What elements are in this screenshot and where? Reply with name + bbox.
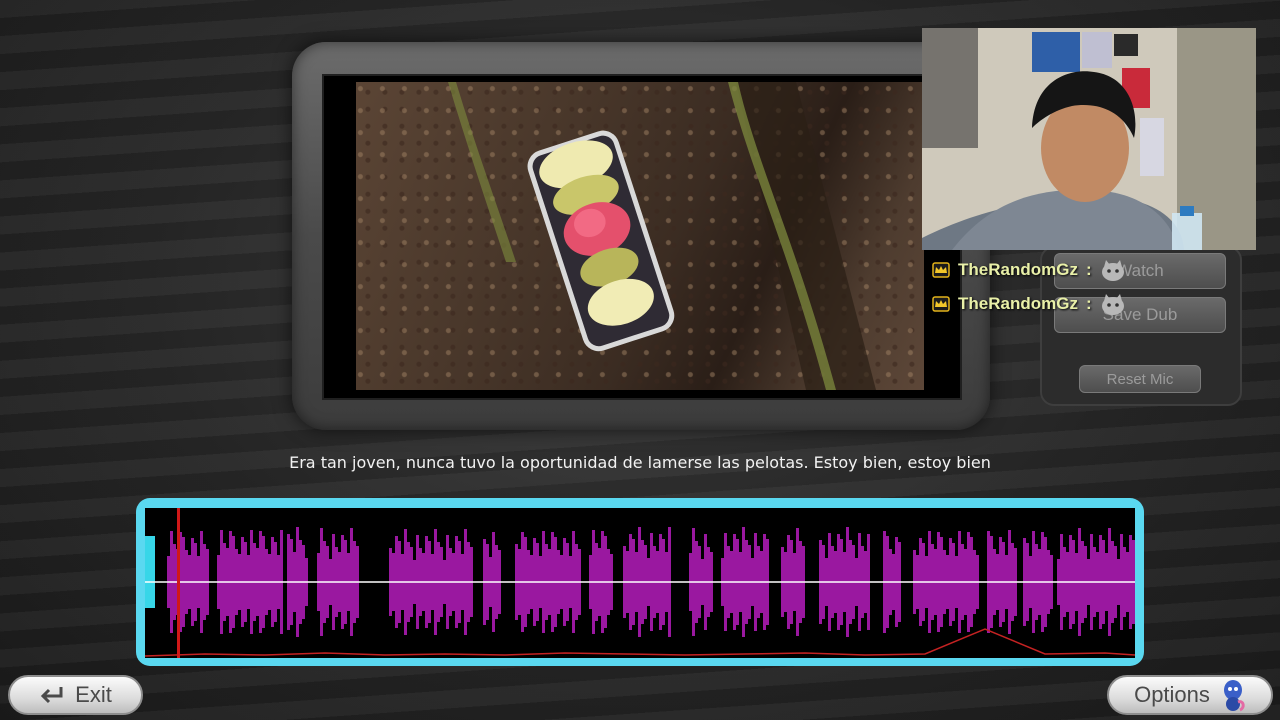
return-arrow-icon <box>41 687 63 704</box>
chat-message: TheRandomGz : <box>932 257 1132 283</box>
streamer-webcam <box>922 28 1256 250</box>
audio-timeline[interactable] <box>136 498 1144 666</box>
chat-username: TheRandomGz <box>958 294 1078 313</box>
options-button[interactable]: Options <box>1107 675 1273 715</box>
cat-emote-icon <box>1101 294 1124 315</box>
chat-username: TheRandomGz <box>958 260 1078 279</box>
reset-mic-button[interactable]: Reset Mic <box>1079 365 1201 393</box>
subtitle-line: Era tan joven, nunca tuvo la oportunidad… <box>289 453 991 472</box>
exit-label: Exit <box>75 682 112 707</box>
waveform-graph <box>145 508 1135 658</box>
cat-emote-icon <box>1101 260 1124 281</box>
waveform-display[interactable] <box>145 508 1135 658</box>
exit-button[interactable]: Exit <box>8 675 143 715</box>
webcam-overlay <box>922 28 1256 250</box>
chat-separator: : <box>1085 294 1092 313</box>
chat-separator: : <box>1085 260 1092 279</box>
options-label: Options <box>1134 682 1210 707</box>
video-preview[interactable] <box>356 82 924 390</box>
playhead[interactable] <box>177 508 180 658</box>
video-scene <box>448 82 876 390</box>
chat-message: TheRandomGz : <box>932 291 1132 317</box>
recorded-segment <box>145 536 155 608</box>
crown-icon <box>932 296 950 312</box>
mascot-icon <box>1223 680 1245 712</box>
crown-icon <box>932 262 950 278</box>
